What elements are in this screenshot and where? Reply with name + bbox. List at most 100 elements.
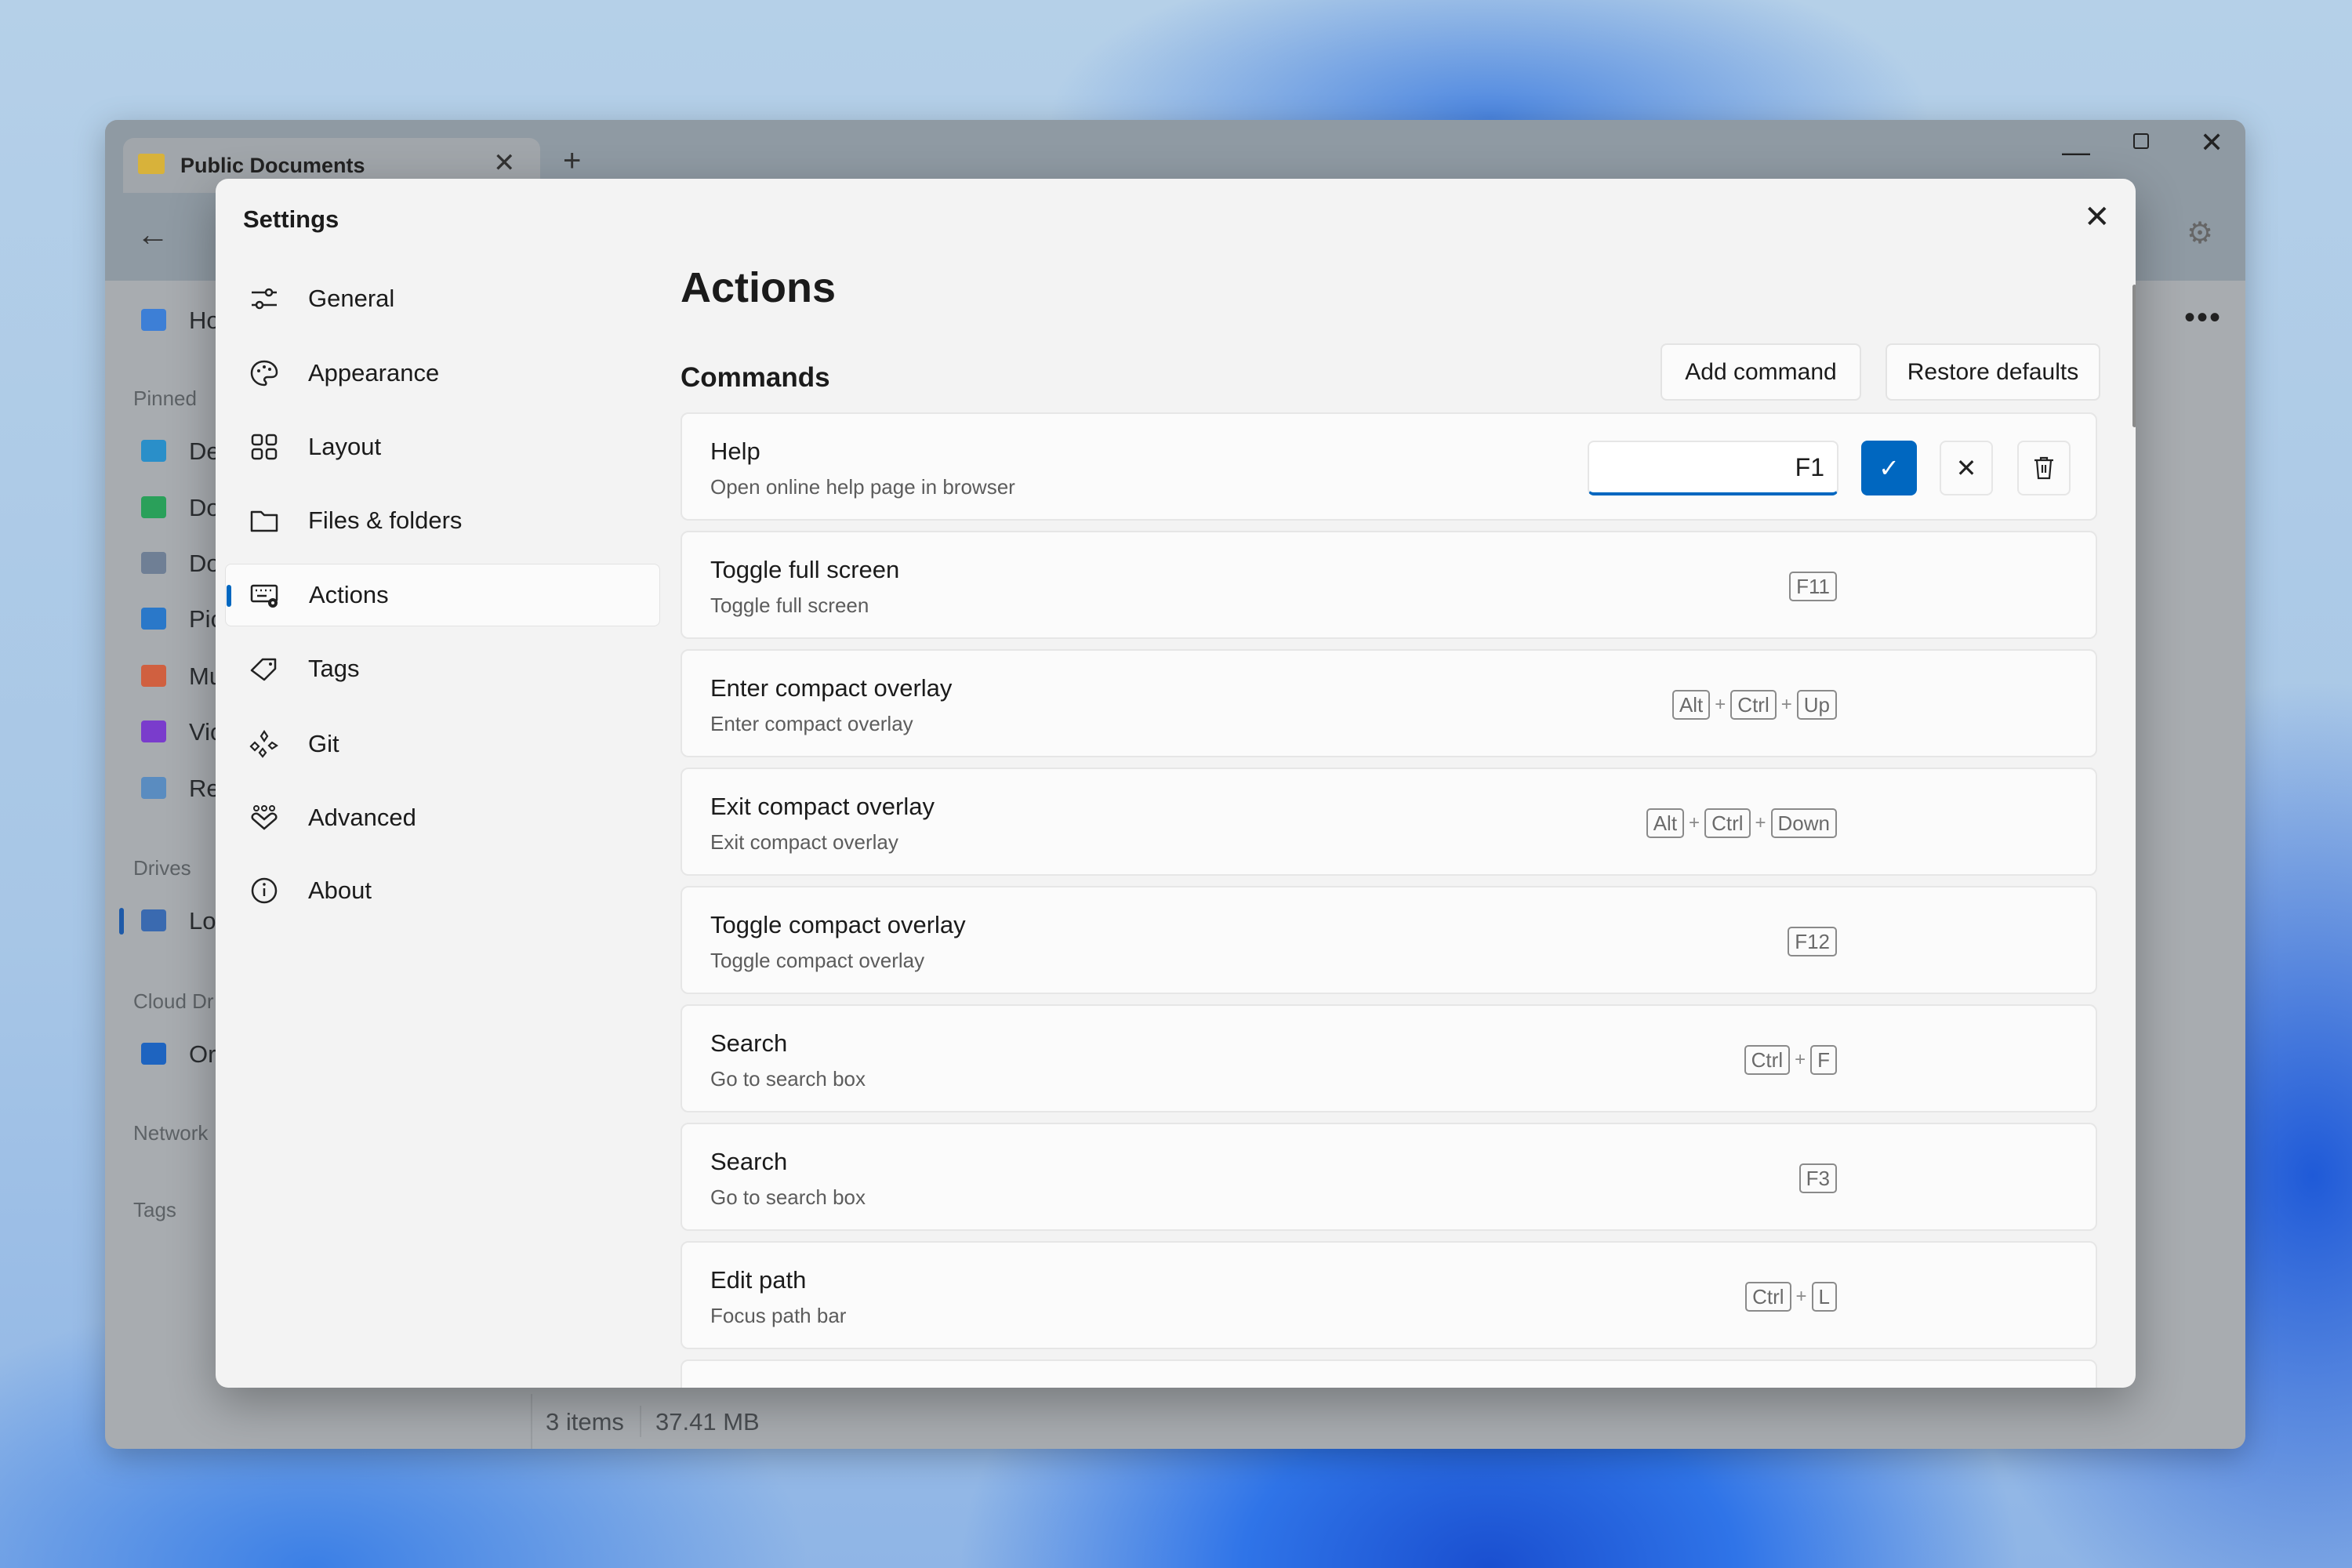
checkmark-icon: ✓ xyxy=(1878,454,1900,482)
command-description: Toggle full screen xyxy=(710,593,869,617)
nav-item-general[interactable]: General xyxy=(225,267,660,330)
sidebar-section-header[interactable]: Network xyxy=(133,1121,208,1145)
key-cap: Ctrl xyxy=(1745,1282,1791,1312)
settings-gear-icon[interactable]: ⚙ xyxy=(2187,216,2213,251)
command-row[interactable]: Enter compact overlay Enter compact overl… xyxy=(681,649,2097,757)
nav-item-label: Layout xyxy=(308,433,382,460)
command-row[interactable]: Help Open online help page in browser F1 ✓ ✕ xyxy=(681,412,2097,521)
shortcut-keys: F11 xyxy=(1789,572,1837,601)
cancel-button[interactable]: ✕ xyxy=(1940,441,1993,495)
confirm-button[interactable]: ✓ xyxy=(1861,441,1917,495)
downloads-icon xyxy=(141,496,166,518)
command-title: Toggle compact overlay xyxy=(710,911,966,938)
page-title: Actions xyxy=(681,264,837,311)
more-options-icon[interactable]: ••• xyxy=(2184,300,2222,336)
local-disk-icon xyxy=(141,909,166,931)
shortcut-keys: F12 xyxy=(1788,927,1837,956)
key-cap: Ctrl xyxy=(1704,808,1751,838)
back-arrow-icon[interactable]: ← xyxy=(136,216,169,253)
key-cap: Alt xyxy=(1671,690,1711,720)
add-command-button[interactable]: Add command xyxy=(1661,343,1861,401)
command-row[interactable]: Exit compact overlay Exit compact overlay… xyxy=(681,768,2097,876)
close-icon: ✕ xyxy=(1955,454,1977,482)
nav-item-files-folders[interactable]: Files & folders xyxy=(225,489,660,552)
new-tab-icon[interactable]: + xyxy=(563,143,581,179)
sidebar-section-header[interactable]: Cloud Dr xyxy=(133,989,214,1014)
nav-item-advanced[interactable]: Advanced xyxy=(225,786,660,849)
section-title: Commands xyxy=(681,362,830,393)
command-description: Go to search box xyxy=(710,1185,866,1209)
pictures-icon xyxy=(141,608,166,630)
palette-icon xyxy=(249,358,280,389)
shortcut-keys: Ctrl + L xyxy=(1745,1282,1837,1312)
command-row[interactable]: Toggle full screen Toggle full screen F11 xyxy=(681,531,2097,639)
command-row[interactable] xyxy=(681,1359,2097,1388)
status-item-count: 3 items xyxy=(546,1408,624,1436)
command-description: Toggle compact overlay xyxy=(710,949,925,972)
nav-item-label: Actions xyxy=(309,581,389,608)
status-separator xyxy=(531,1394,532,1449)
nav-item-label: General xyxy=(308,285,395,312)
command-title: Help xyxy=(710,437,760,465)
nav-item-appearance[interactable]: Appearance xyxy=(225,342,660,405)
key-separator: + xyxy=(1795,1049,1806,1070)
nav-item-label: Advanced xyxy=(308,804,416,831)
onedrive-icon xyxy=(141,1043,166,1065)
command-row[interactable]: Search Go to search box Ctrl + F xyxy=(681,1004,2097,1112)
folder-icon xyxy=(249,505,280,536)
sidebar-section-header[interactable]: Pinned xyxy=(133,387,197,411)
shortcut-input-value: F1 xyxy=(1795,452,1824,481)
trash-icon xyxy=(2032,456,2056,481)
command-title: Search xyxy=(710,1148,788,1175)
home-icon xyxy=(141,309,166,331)
scrollbar[interactable] xyxy=(2132,285,2136,427)
command-title: Search xyxy=(710,1029,788,1057)
keyboard-gear-icon xyxy=(249,579,281,611)
key-separator: + xyxy=(1780,694,1792,715)
nav-item-label: Tags xyxy=(308,655,360,682)
recycle-bin-icon xyxy=(141,777,166,799)
shortcut-keys: Alt + Ctrl + Down xyxy=(1646,808,1837,838)
sidebar-section-header[interactable]: Tags xyxy=(133,1198,176,1222)
key-cap: F3 xyxy=(1798,1163,1837,1193)
key-separator: + xyxy=(1715,694,1726,715)
minimize-icon[interactable]: — xyxy=(2062,136,2090,169)
command-title: Toggle full screen xyxy=(710,556,900,583)
folder-icon xyxy=(138,154,165,174)
command-row[interactable]: Edit path Focus path bar Ctrl + L xyxy=(681,1241,2097,1349)
nav-item-git[interactable]: Git xyxy=(225,713,660,775)
git-icon xyxy=(249,728,280,760)
key-cap: F11 xyxy=(1789,572,1837,601)
delete-button[interactable] xyxy=(2017,441,2071,495)
nav-item-label: Appearance xyxy=(308,359,440,387)
nav-item-about[interactable]: About xyxy=(225,859,660,922)
nav-item-actions[interactable]: Actions xyxy=(225,564,660,626)
command-description: Enter compact overlay xyxy=(710,712,913,735)
key-cap: Up xyxy=(1796,690,1837,720)
close-tab-icon[interactable]: ✕ xyxy=(493,147,516,179)
close-dialog-button[interactable]: ✕ xyxy=(2084,199,2111,235)
shortcut-input[interactable]: F1 xyxy=(1588,441,1838,495)
documents-icon xyxy=(141,552,166,574)
sidebar-item[interactable]: Or xyxy=(189,1040,216,1069)
sidebar-item[interactable]: Lo xyxy=(189,907,216,935)
close-window-icon[interactable]: ✕ xyxy=(2200,126,2223,159)
command-description: Exit compact overlay xyxy=(710,830,898,854)
status-size: 37.41 MB xyxy=(655,1408,760,1436)
tag-icon xyxy=(249,653,280,684)
sidebar-section-header[interactable]: Drives xyxy=(133,856,191,880)
command-description: Focus path bar xyxy=(710,1304,847,1327)
command-row[interactable]: Toggle compact overlay Toggle compact ove… xyxy=(681,886,2097,994)
command-description: Go to search box xyxy=(710,1067,866,1091)
maximize-icon[interactable] xyxy=(2133,133,2149,149)
key-cap: L xyxy=(1811,1282,1837,1312)
restore-defaults-button[interactable]: Restore defaults xyxy=(1886,343,2100,401)
nav-item-layout[interactable]: Layout xyxy=(225,416,660,478)
nav-item-tags[interactable]: Tags xyxy=(225,637,660,700)
info-icon xyxy=(249,875,280,906)
settings-dialog: Settings ✕ General Appearance Layout Files … xyxy=(216,179,2136,1388)
status-separator xyxy=(640,1406,641,1437)
tab-title: Public Documents xyxy=(180,154,365,177)
command-row[interactable]: Search Go to search box F3 xyxy=(681,1123,2097,1231)
shortcut-keys: Alt + Ctrl + Up xyxy=(1671,690,1837,720)
